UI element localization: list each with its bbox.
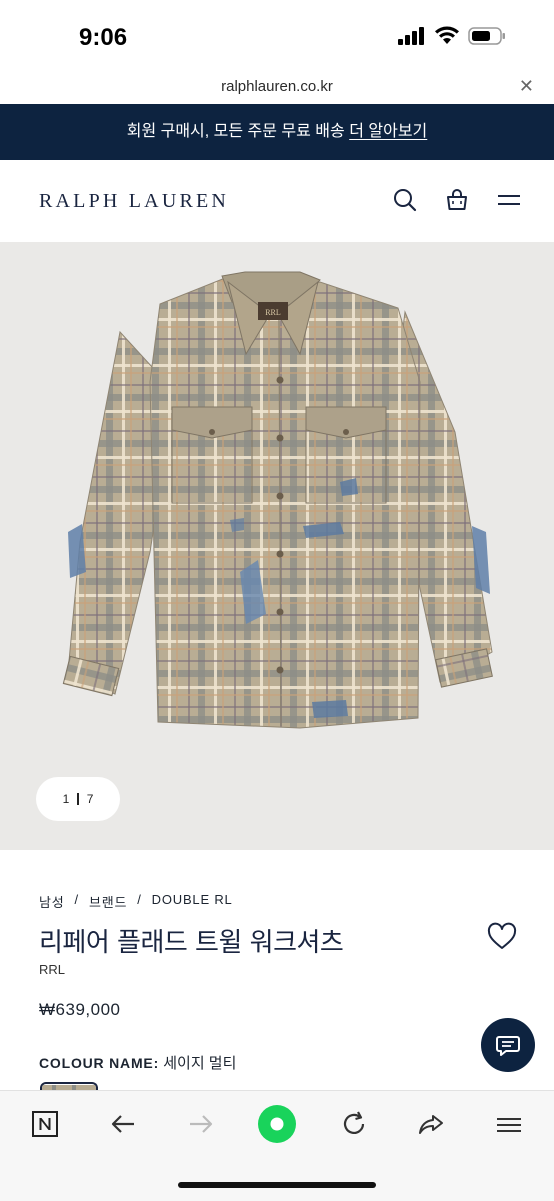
product-image-gallery[interactable]: RRL bbox=[0, 242, 554, 850]
promo-text: 회원 구매시, 모든 주문 무료 배송 더 알아보기 bbox=[0, 104, 554, 160]
promo-learn-more-link[interactable]: 더 알아보기 bbox=[349, 123, 427, 140]
chat-button[interactable] bbox=[481, 1018, 535, 1072]
home-indicator bbox=[178, 1182, 376, 1188]
colour-name: COLOUR NAME: 세이지 멀티 bbox=[39, 1052, 236, 1073]
chat-icon bbox=[496, 1036, 520, 1056]
shopping-bag-icon[interactable] bbox=[443, 186, 471, 214]
naver-n-icon[interactable] bbox=[27, 1106, 63, 1142]
menu-icon[interactable] bbox=[491, 1106, 527, 1142]
breadcrumb-separator: / bbox=[74, 892, 79, 907]
product-brand: RRL bbox=[39, 962, 66, 977]
image-counter: 1 7 bbox=[36, 777, 120, 821]
breadcrumb-separator: / bbox=[137, 892, 142, 907]
image-counter-total: 7 bbox=[86, 792, 94, 806]
counter-divider bbox=[77, 793, 79, 805]
status-icons bbox=[398, 26, 506, 46]
back-arrow-icon[interactable] bbox=[105, 1106, 141, 1142]
svg-text:RRL: RRL bbox=[265, 308, 281, 317]
product-title: 리페어 플래드 트윌 워크셔츠 bbox=[39, 928, 344, 958]
colour-name-label: COLOUR NAME: bbox=[39, 1055, 160, 1071]
url-text[interactable]: ralphlauren.co.kr bbox=[0, 78, 554, 95]
product-image[interactable]: RRL bbox=[0, 242, 554, 850]
green-home-icon[interactable] bbox=[257, 1104, 297, 1144]
breadcrumb-item-double-rl[interactable]: DOUBLE RL bbox=[152, 892, 233, 911]
forward-arrow-icon[interactable] bbox=[183, 1106, 219, 1142]
image-counter-current: 1 bbox=[62, 792, 70, 806]
colour-name-value: 세이지 멀티 bbox=[163, 1055, 237, 1072]
ralph-lauren-logo[interactable]: RALPH LAUREN bbox=[39, 190, 229, 213]
share-icon[interactable] bbox=[413, 1106, 449, 1142]
reload-icon[interactable] bbox=[336, 1106, 372, 1142]
status-time: 9:06 bbox=[79, 24, 128, 51]
wifi-icon bbox=[435, 26, 459, 44]
search-icon[interactable] bbox=[391, 186, 419, 214]
signal-icon bbox=[398, 27, 424, 45]
wishlist-heart-icon[interactable] bbox=[487, 922, 517, 952]
menu-icon[interactable] bbox=[495, 186, 523, 214]
close-icon[interactable]: ✕ bbox=[519, 76, 534, 96]
promo-message: 회원 구매시, 모든 주문 무료 배송 bbox=[126, 123, 345, 140]
battery-icon bbox=[468, 27, 505, 45]
product-price: ₩639,000 bbox=[39, 1000, 121, 1019]
breadcrumb-item-men[interactable]: 남성 bbox=[39, 892, 65, 911]
breadcrumb: 남성 / 브랜드 / DOUBLE RL bbox=[39, 892, 233, 911]
breadcrumb-item-brand[interactable]: 브랜드 bbox=[89, 892, 127, 911]
